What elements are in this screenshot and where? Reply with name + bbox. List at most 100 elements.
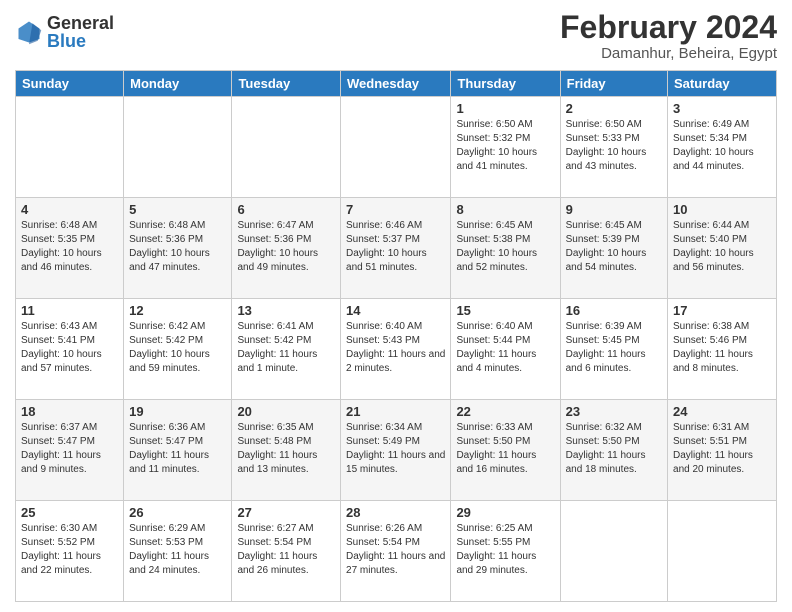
day-info: Sunrise: 6:25 AM Sunset: 5:55 PM Dayligh… bbox=[456, 522, 554, 578]
day-number: 3 bbox=[673, 101, 771, 116]
calendar-week-3: 11 Sunrise: 6:43 AM Sunset: 5:41 PM Dayli… bbox=[16, 299, 777, 400]
calendar-cell: 23 Sunrise: 6:32 AM Sunset: 5:50 PM Dayli… bbox=[560, 400, 667, 501]
logo-blue-text: Blue bbox=[47, 32, 114, 50]
day-info: Sunrise: 6:46 AM Sunset: 5:37 PM Dayligh… bbox=[346, 219, 445, 275]
calendar-cell: 22 Sunrise: 6:33 AM Sunset: 5:50 PM Dayli… bbox=[451, 400, 560, 501]
day-info: Sunrise: 6:43 AM Sunset: 5:41 PM Dayligh… bbox=[21, 320, 118, 376]
calendar-cell: 26 Sunrise: 6:29 AM Sunset: 5:53 PM Dayli… bbox=[124, 501, 232, 602]
day-number: 5 bbox=[129, 202, 226, 217]
calendar-cell: 10Sunrise: 6:44 AM Sunset: 5:40 PM Dayli… bbox=[668, 198, 777, 299]
day-info: Sunrise: 6:36 AM Sunset: 5:47 PM Dayligh… bbox=[129, 421, 226, 477]
calendar-cell: 16 Sunrise: 6:39 AM Sunset: 5:45 PM Dayli… bbox=[560, 299, 667, 400]
day-number: 27 bbox=[237, 505, 335, 520]
day-number: 17 bbox=[673, 303, 771, 318]
calendar-cell: 5 Sunrise: 6:48 AM Sunset: 5:36 PM Daylig… bbox=[124, 198, 232, 299]
day-number: 11 bbox=[21, 303, 118, 318]
day-info: Sunrise: 6:45 AM Sunset: 5:38 PM Dayligh… bbox=[456, 219, 554, 275]
calendar-cell: 8 Sunrise: 6:45 AM Sunset: 5:38 PM Daylig… bbox=[451, 198, 560, 299]
col-tuesday: Tuesday bbox=[232, 71, 341, 97]
month-title: February 2024 bbox=[560, 10, 777, 45]
calendar-cell: 12Sunrise: 6:42 AM Sunset: 5:42 PM Dayli… bbox=[124, 299, 232, 400]
calendar-cell: 15 Sunrise: 6:40 AM Sunset: 5:44 PM Dayli… bbox=[451, 299, 560, 400]
day-number: 19 bbox=[129, 404, 226, 419]
day-info: Sunrise: 6:41 AM Sunset: 5:42 PM Dayligh… bbox=[237, 320, 335, 376]
calendar-cell bbox=[668, 501, 777, 602]
day-number: 22 bbox=[456, 404, 554, 419]
day-number: 15 bbox=[456, 303, 554, 318]
day-info: Sunrise: 6:47 AM Sunset: 5:36 PM Dayligh… bbox=[237, 219, 335, 275]
calendar-cell: 17Sunrise: 6:38 AM Sunset: 5:46 PM Dayli… bbox=[668, 299, 777, 400]
day-number: 7 bbox=[346, 202, 445, 217]
logo-icon bbox=[15, 18, 43, 46]
day-number: 13 bbox=[237, 303, 335, 318]
calendar-week-5: 25 Sunrise: 6:30 AM Sunset: 5:52 PM Dayli… bbox=[16, 501, 777, 602]
day-info: Sunrise: 6:50 AM Sunset: 5:33 PM Dayligh… bbox=[566, 118, 662, 174]
calendar-week-4: 18Sunrise: 6:37 AM Sunset: 5:47 PM Dayli… bbox=[16, 400, 777, 501]
day-info: Sunrise: 6:49 AM Sunset: 5:34 PM Dayligh… bbox=[673, 118, 771, 174]
day-info: Sunrise: 6:33 AM Sunset: 5:50 PM Dayligh… bbox=[456, 421, 554, 477]
calendar-cell: 3 Sunrise: 6:49 AM Sunset: 5:34 PM Daylig… bbox=[668, 97, 777, 198]
calendar-cell bbox=[341, 97, 451, 198]
day-info: Sunrise: 6:26 AM Sunset: 5:54 PM Dayligh… bbox=[346, 522, 445, 578]
calendar-cell: 20Sunrise: 6:35 AM Sunset: 5:48 PM Dayli… bbox=[232, 400, 341, 501]
day-info: Sunrise: 6:40 AM Sunset: 5:44 PM Dayligh… bbox=[456, 320, 554, 376]
day-info: Sunrise: 6:27 AM Sunset: 5:54 PM Dayligh… bbox=[237, 522, 335, 578]
calendar-cell: 25 Sunrise: 6:30 AM Sunset: 5:52 PM Dayli… bbox=[16, 501, 124, 602]
day-number: 16 bbox=[566, 303, 662, 318]
calendar-cell bbox=[16, 97, 124, 198]
day-info: Sunrise: 6:34 AM Sunset: 5:49 PM Dayligh… bbox=[346, 421, 445, 477]
calendar-cell: 11 Sunrise: 6:43 AM Sunset: 5:41 PM Dayli… bbox=[16, 299, 124, 400]
day-number: 28 bbox=[346, 505, 445, 520]
logo-general-text: General bbox=[47, 14, 114, 32]
day-number: 23 bbox=[566, 404, 662, 419]
col-saturday: Saturday bbox=[668, 71, 777, 97]
day-number: 26 bbox=[129, 505, 226, 520]
calendar-week-1: 1 Sunrise: 6:50 AM Sunset: 5:32 PM Daylig… bbox=[16, 97, 777, 198]
day-number: 6 bbox=[237, 202, 335, 217]
day-number: 4 bbox=[21, 202, 118, 217]
day-info: Sunrise: 6:39 AM Sunset: 5:45 PM Dayligh… bbox=[566, 320, 662, 376]
calendar-cell: 2Sunrise: 6:50 AM Sunset: 5:33 PM Daylig… bbox=[560, 97, 667, 198]
day-info: Sunrise: 6:48 AM Sunset: 5:36 PM Dayligh… bbox=[129, 219, 226, 275]
calendar-cell: 14 Sunrise: 6:40 AM Sunset: 5:43 PM Dayli… bbox=[341, 299, 451, 400]
logo-text: General Blue bbox=[47, 14, 114, 50]
logo: General Blue bbox=[15, 14, 114, 50]
day-number: 10 bbox=[673, 202, 771, 217]
calendar-cell bbox=[232, 97, 341, 198]
col-friday: Friday bbox=[560, 71, 667, 97]
day-info: Sunrise: 6:50 AM Sunset: 5:32 PM Dayligh… bbox=[456, 118, 554, 174]
day-info: Sunrise: 6:35 AM Sunset: 5:48 PM Dayligh… bbox=[237, 421, 335, 477]
day-number: 12 bbox=[129, 303, 226, 318]
header: General Blue February 2024 Damanhur, Beh… bbox=[15, 10, 777, 62]
day-info: Sunrise: 6:30 AM Sunset: 5:52 PM Dayligh… bbox=[21, 522, 118, 578]
calendar-cell: 28 Sunrise: 6:26 AM Sunset: 5:54 PM Dayli… bbox=[341, 501, 451, 602]
calendar-cell: 29Sunrise: 6:25 AM Sunset: 5:55 PM Dayli… bbox=[451, 501, 560, 602]
day-info: Sunrise: 6:45 AM Sunset: 5:39 PM Dayligh… bbox=[566, 219, 662, 275]
day-number: 8 bbox=[456, 202, 554, 217]
day-number: 25 bbox=[21, 505, 118, 520]
col-wednesday: Wednesday bbox=[341, 71, 451, 97]
day-info: Sunrise: 6:29 AM Sunset: 5:53 PM Dayligh… bbox=[129, 522, 226, 578]
calendar-cell: 21Sunrise: 6:34 AM Sunset: 5:49 PM Dayli… bbox=[341, 400, 451, 501]
calendar-week-2: 4 Sunrise: 6:48 AM Sunset: 5:35 PM Daylig… bbox=[16, 198, 777, 299]
calendar-cell: 7 Sunrise: 6:46 AM Sunset: 5:37 PM Daylig… bbox=[341, 198, 451, 299]
calendar-body: 1 Sunrise: 6:50 AM Sunset: 5:32 PM Daylig… bbox=[16, 97, 777, 602]
day-number: 1 bbox=[456, 101, 554, 116]
day-info: Sunrise: 6:48 AM Sunset: 5:35 PM Dayligh… bbox=[21, 219, 118, 275]
day-number: 14 bbox=[346, 303, 445, 318]
page: General Blue February 2024 Damanhur, Beh… bbox=[0, 0, 792, 612]
calendar-cell bbox=[560, 501, 667, 602]
calendar-cell: 6 Sunrise: 6:47 AM Sunset: 5:36 PM Daylig… bbox=[232, 198, 341, 299]
col-thursday: Thursday bbox=[451, 71, 560, 97]
day-info: Sunrise: 6:40 AM Sunset: 5:43 PM Dayligh… bbox=[346, 320, 445, 376]
calendar-cell: 13 Sunrise: 6:41 AM Sunset: 5:42 PM Dayli… bbox=[232, 299, 341, 400]
calendar-cell: 4 Sunrise: 6:48 AM Sunset: 5:35 PM Daylig… bbox=[16, 198, 124, 299]
col-monday: Monday bbox=[124, 71, 232, 97]
col-sunday: Sunday bbox=[16, 71, 124, 97]
title-section: February 2024 Damanhur, Beheira, Egypt bbox=[560, 10, 777, 62]
calendar-header: Sunday Monday Tuesday Wednesday Thursday… bbox=[16, 71, 777, 97]
day-number: 9 bbox=[566, 202, 662, 217]
calendar-cell: 27 Sunrise: 6:27 AM Sunset: 5:54 PM Dayli… bbox=[232, 501, 341, 602]
day-info: Sunrise: 6:32 AM Sunset: 5:50 PM Dayligh… bbox=[566, 421, 662, 477]
calendar-cell: 19 Sunrise: 6:36 AM Sunset: 5:47 PM Dayli… bbox=[124, 400, 232, 501]
